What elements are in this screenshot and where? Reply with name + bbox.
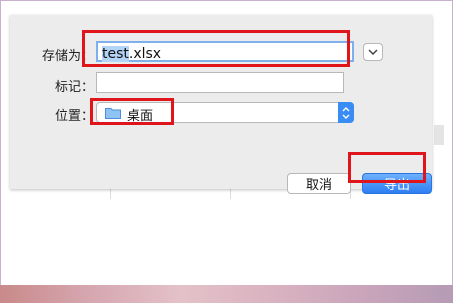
frame-left-edge [0,0,1,303]
highlight-location [90,98,174,125]
background-column-header [434,125,444,145]
tags-label: 标记： [54,80,94,95]
desktop-wallpaper-strip [0,285,453,303]
highlight-filename [82,30,350,67]
up-down-arrows-icon [342,106,350,119]
background-gridline [110,189,111,199]
tags-field[interactable] [96,72,344,93]
chevron-down-icon [368,49,378,55]
background-gridline [230,189,231,199]
expand-dialog-button[interactable] [363,43,383,61]
highlight-export [348,152,426,183]
cancel-button[interactable]: 取消 [287,173,351,194]
frame-top-edge [0,0,453,1]
popup-stepper [338,102,354,123]
location-label: 位置： [54,109,94,124]
